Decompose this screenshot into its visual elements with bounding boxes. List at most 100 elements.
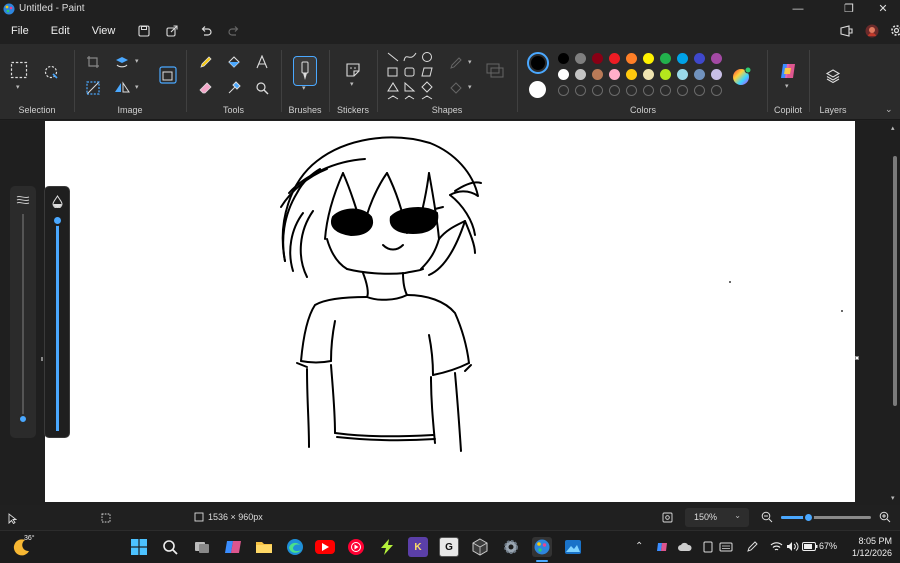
rotate-dropdown-caret[interactable]: ▾: [135, 57, 139, 65]
tray-copilot-icon[interactable]: [656, 541, 668, 553]
custom-color-slot[interactable]: [643, 85, 654, 96]
scroll-up-icon[interactable]: ▴: [891, 124, 895, 132]
settings-button[interactable]: [884, 20, 900, 42]
restore-button[interactable]: ❐: [832, 0, 866, 17]
color-swatch[interactable]: [660, 53, 671, 64]
youtube-button[interactable]: [315, 540, 335, 554]
brush-size-track[interactable]: [22, 214, 24, 420]
start-button[interactable]: [129, 537, 149, 557]
zoom-select[interactable]: 150% ⌄: [685, 508, 749, 527]
stickers-dropdown-caret[interactable]: ▾: [350, 80, 354, 88]
shape-fill-button[interactable]: [445, 77, 467, 99]
youtube-music-button[interactable]: [346, 537, 366, 557]
task-view-button[interactable]: [192, 537, 212, 557]
color-swatch[interactable]: [694, 53, 705, 64]
minimize-button[interactable]: —: [781, 0, 815, 17]
fit-to-window-icon[interactable]: [662, 512, 673, 523]
free-select-button[interactable]: [40, 61, 62, 83]
color-swatch[interactable]: [711, 69, 722, 80]
zoom-out-icon[interactable]: [761, 511, 773, 523]
magnifier-button[interactable]: [251, 77, 273, 99]
shape-style-button[interactable]: [484, 60, 506, 82]
clock[interactable]: 8:05 PM 1/12/2026: [848, 535, 892, 559]
onedrive-cloud-icon[interactable]: [678, 542, 692, 552]
remove-background-button[interactable]: [82, 77, 104, 99]
pen-icon[interactable]: [746, 541, 758, 553]
battery-icon[interactable]: [802, 542, 818, 551]
menu-edit[interactable]: Edit: [40, 25, 81, 37]
file-explorer-button[interactable]: [254, 537, 274, 557]
brush-button[interactable]: [293, 56, 317, 86]
color-swatch[interactable]: [575, 69, 586, 80]
color-swatch[interactable]: [609, 53, 620, 64]
brushes-dropdown-caret[interactable]: ▾: [302, 84, 306, 92]
canvas-resize-handle-left[interactable]: [41, 357, 43, 361]
color-swatch[interactable]: [643, 53, 654, 64]
tray-overflow-chevron-icon[interactable]: ⌃: [635, 541, 643, 552]
color-swatch[interactable]: [592, 53, 603, 64]
color-picker-button[interactable]: [223, 77, 245, 99]
color-swatch[interactable]: [643, 69, 654, 80]
edit-colors-button[interactable]: [732, 66, 752, 86]
custom-color-slot[interactable]: [575, 85, 586, 96]
eraser-button[interactable]: [195, 77, 217, 99]
zoom-slider[interactable]: [781, 512, 871, 523]
secondary-color-button[interactable]: [529, 81, 546, 98]
resize-button[interactable]: [157, 64, 179, 86]
save-button[interactable]: [132, 20, 156, 42]
color-swatch[interactable]: [575, 53, 586, 64]
flip-button[interactable]: [111, 77, 133, 99]
undo-button[interactable]: [194, 20, 218, 42]
share-button[interactable]: [160, 20, 184, 42]
text-button[interactable]: [251, 51, 273, 73]
layers-button[interactable]: [822, 65, 844, 87]
zoom-in-icon[interactable]: [879, 511, 891, 523]
shape-outline-button[interactable]: [445, 52, 467, 74]
fill-button[interactable]: [223, 51, 245, 73]
crop-button[interactable]: [82, 51, 104, 73]
color-swatch[interactable]: [694, 69, 705, 80]
shapes-gallery[interactable]: [386, 51, 442, 101]
settings-taskbar-button[interactable]: [501, 537, 521, 557]
color-swatch[interactable]: [626, 53, 637, 64]
bolt-app-button[interactable]: [377, 537, 397, 557]
color-swatch[interactable]: [609, 69, 620, 80]
color-swatch[interactable]: [660, 69, 671, 80]
custom-color-slot[interactable]: [677, 85, 688, 96]
search-button[interactable]: [160, 537, 180, 557]
copilot-taskbar-button[interactable]: [223, 537, 243, 557]
custom-color-slot[interactable]: [626, 85, 637, 96]
photos-button[interactable]: [563, 537, 583, 557]
ribbon-collapse-caret[interactable]: ⌄: [885, 104, 893, 115]
close-button[interactable]: ✕: [866, 0, 900, 17]
custom-color-slot[interactable]: [660, 85, 671, 96]
brush-opacity-thumb[interactable]: [52, 215, 63, 226]
3d-app-button[interactable]: [470, 537, 490, 557]
feedback-button[interactable]: [834, 20, 858, 42]
color-swatch[interactable]: [677, 69, 688, 80]
vertical-scrollbar[interactable]: ▴ ▾: [891, 124, 899, 502]
color-swatch[interactable]: [558, 53, 569, 64]
scroll-down-icon[interactable]: ▾: [891, 494, 895, 502]
drawing-canvas[interactable]: [45, 121, 855, 502]
tablet-icon[interactable]: [702, 541, 714, 553]
paint-taskbar-button[interactable]: [532, 537, 552, 557]
edge-button[interactable]: [285, 537, 305, 557]
color-swatch[interactable]: [592, 69, 603, 80]
select-rectangle-button[interactable]: [8, 59, 30, 81]
custom-color-slot[interactable]: [609, 85, 620, 96]
selection-dropdown-caret[interactable]: ▾: [16, 83, 20, 91]
pencil-button[interactable]: [195, 51, 217, 73]
volume-icon[interactable]: [786, 541, 799, 552]
brush-opacity-track[interactable]: [56, 221, 59, 431]
keyboard-icon[interactable]: [719, 542, 733, 552]
wifi-icon[interactable]: [770, 541, 783, 552]
account-avatar[interactable]: [860, 20, 884, 42]
custom-color-slot[interactable]: [558, 85, 569, 96]
menu-view[interactable]: View: [81, 25, 127, 37]
color-swatch[interactable]: [626, 69, 637, 80]
k-app-button[interactable]: K: [408, 537, 428, 557]
flip-dropdown-caret[interactable]: ▾: [135, 83, 139, 91]
color-swatch[interactable]: [711, 53, 722, 64]
brush-size-thumb[interactable]: [18, 414, 28, 424]
